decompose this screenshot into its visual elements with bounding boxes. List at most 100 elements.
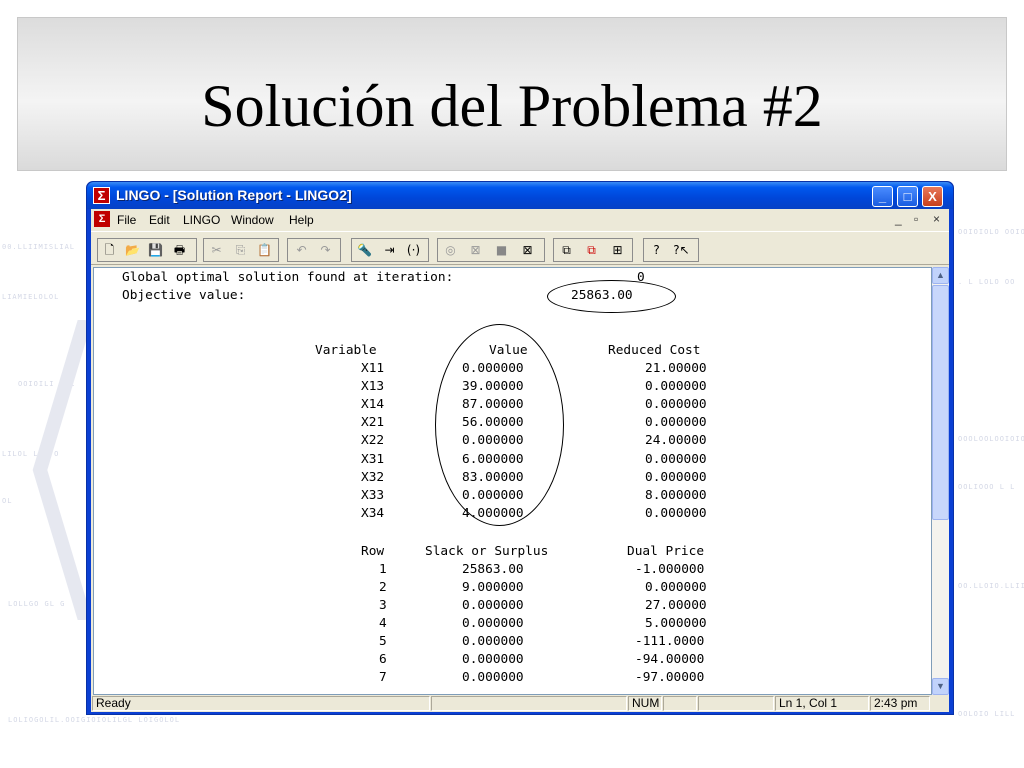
open-icon[interactable]: 📂: [123, 241, 142, 259]
menu-file[interactable]: File: [117, 213, 136, 227]
row-slack: 0.000000: [462, 634, 524, 649]
variable-name: X13: [361, 379, 385, 394]
value-column-highlight-ellipse: [435, 324, 564, 526]
save-icon[interactable]: 💾: [146, 241, 165, 259]
lingo-app-icon[interactable]: Σ: [93, 187, 110, 204]
background-decoration: LIAMIELOLOL: [2, 293, 60, 301]
menu-edit[interactable]: Edit: [149, 213, 170, 227]
solve-icon[interactable]: ◎: [441, 241, 460, 259]
row-slack: 0.000000: [462, 616, 524, 631]
solution-report[interactable]: Global optimal solution found at iterati…: [93, 267, 932, 695]
vertical-scrollbar[interactable]: ▲ ▼: [932, 267, 949, 695]
row-dual-price: -111.0000: [635, 634, 705, 649]
close-button[interactable]: X: [922, 186, 943, 207]
close-solve-icon[interactable]: ⊠: [466, 241, 485, 259]
variable-name: X11: [361, 361, 385, 376]
variable-reduced-cost: 0.000000: [645, 379, 707, 394]
options-icon[interactable]: ⊠: [518, 241, 537, 259]
row-dual-price: -97.00000: [635, 670, 705, 685]
goto-icon[interactable]: ⇥: [380, 241, 399, 259]
status-time: 2:43 pm: [870, 696, 930, 711]
background-decoration: OOOLOOLOOIOIOOL: [958, 435, 1024, 443]
row-header: Row: [361, 544, 385, 559]
copy-icon[interactable]: ⎘: [231, 241, 250, 259]
variable-name: X21: [361, 415, 385, 430]
slack-header: Slack or Surplus: [425, 544, 549, 559]
cut-icon[interactable]: ✂: [207, 241, 226, 259]
background-decoration: OL: [2, 497, 13, 505]
variable-reduced-cost: 0.000000: [645, 397, 707, 412]
background-decoration: LOLIOGOLIL.OOIGIOIOLILGL LOIGOLOL: [8, 716, 181, 724]
objective-value-highlight-ellipse: [547, 280, 676, 313]
background-decoration: OOLOIO LILL: [958, 710, 1016, 718]
help-icon[interactable]: ?: [647, 241, 666, 259]
paste-icon[interactable]: 📋: [255, 241, 274, 259]
row-slack: 0.000000: [462, 652, 524, 667]
row-dual-price: -1.000000: [635, 562, 705, 577]
maximize-button[interactable]: □: [897, 186, 918, 207]
menu-help[interactable]: Help: [289, 213, 314, 227]
slide-title: Solución del Problema #2: [201, 73, 823, 139]
scroll-thumb[interactable]: [932, 285, 949, 520]
document-icon[interactable]: Σ: [94, 211, 110, 227]
row-number: 6: [379, 652, 387, 667]
title-band: Solución del Problema #2: [17, 17, 1007, 171]
scroll-up-icon[interactable]: ▲: [932, 267, 949, 284]
status-scroll-lock: [663, 696, 697, 711]
menu-window[interactable]: Window: [231, 213, 274, 227]
toolbar-group-edit: ✂ ⎘ 📋: [203, 238, 279, 262]
status-blank-2: [698, 696, 774, 711]
reduced-cost-header: Reduced Cost: [608, 343, 701, 358]
new-icon[interactable]: 🗋: [100, 241, 119, 259]
variable-name: X33: [361, 488, 385, 503]
menu-bar: Σ File Edit LINGO Window Help _ ▫ ×: [91, 209, 949, 231]
dual-price-header: Dual Price: [627, 544, 705, 559]
variable-reduced-cost: 24.00000: [645, 433, 707, 448]
scroll-down-icon[interactable]: ▼: [932, 678, 949, 695]
variable-name: X22: [361, 433, 385, 448]
find-icon[interactable]: 🔦: [355, 241, 374, 259]
menu-lingo[interactable]: LINGO: [183, 213, 220, 227]
minimize-button[interactable]: _: [872, 186, 893, 207]
tile-icon[interactable]: ⊞: [608, 241, 627, 259]
variable-reduced-cost: 0.000000: [645, 452, 707, 467]
window-title: LINGO - [Solution Report - LINGO2]: [116, 187, 352, 203]
mdi-close-icon[interactable]: ×: [933, 212, 940, 226]
mdi-minimize-icon[interactable]: _: [895, 212, 902, 226]
iteration-label: Global optimal solution found at iterati…: [122, 270, 454, 285]
mdi-restore-icon[interactable]: ▫: [914, 212, 918, 226]
toolbar-group-window: ⧉ ⧉ ⊞: [553, 238, 633, 262]
match-paren-icon[interactable]: (·): [404, 241, 423, 259]
print-icon[interactable]: 🖶: [170, 241, 189, 259]
variable-name: X32: [361, 470, 385, 485]
status-position: Ln 1, Col 1: [775, 696, 869, 711]
background-decoration: OOIOIOLO OOIO: [958, 228, 1024, 236]
stop-icon[interactable]: ■: [492, 241, 511, 259]
client-area: Σ File Edit LINGO Window Help _ ▫ × 🗋 📂 …: [91, 209, 949, 712]
row-dual-price: 5.000000: [645, 616, 707, 631]
toolbar-group-undo: ↶ ↷: [287, 238, 341, 262]
row-number: 4: [379, 616, 387, 631]
variable-name: X31: [361, 452, 385, 467]
background-decoration: OO.LLOIO.LLIIO: [958, 582, 1024, 590]
undo-icon[interactable]: ↶: [292, 241, 311, 259]
background-decoration: . L LOLO OO: [958, 278, 1016, 286]
variable-reduced-cost: 0.000000: [645, 470, 707, 485]
redo-icon[interactable]: ↷: [316, 241, 335, 259]
row-number: 5: [379, 634, 387, 649]
row-slack: 9.000000: [462, 580, 524, 595]
variable-reduced-cost: 0.000000: [645, 506, 707, 521]
row-number: 3: [379, 598, 387, 613]
variable-header: Variable: [315, 343, 377, 358]
send-to-back-icon[interactable]: ⧉: [557, 241, 576, 259]
variable-name: X14: [361, 397, 385, 412]
variable-reduced-cost: 8.000000: [645, 488, 707, 503]
toolbar-group-solve: ◎ ⊠ ■ ⊠: [437, 238, 545, 262]
row-dual-price: 0.000000: [645, 580, 707, 595]
status-num: NUM: [628, 696, 662, 711]
title-bar[interactable]: Σ LINGO - [Solution Report - LINGO2] _ □…: [87, 182, 953, 209]
toolbar: 🗋 📂 💾 🖶 ✂ ⎘ 📋 ↶ ↷ 🔦 ⇥ (·) ◎ ⊠ ■ ⊠ ⧉ ⧉ ⊞ …: [91, 231, 949, 265]
status-blank: [431, 696, 627, 711]
context-help-icon[interactable]: ?↖: [672, 241, 691, 259]
close-all-icon[interactable]: ⧉: [582, 241, 601, 259]
